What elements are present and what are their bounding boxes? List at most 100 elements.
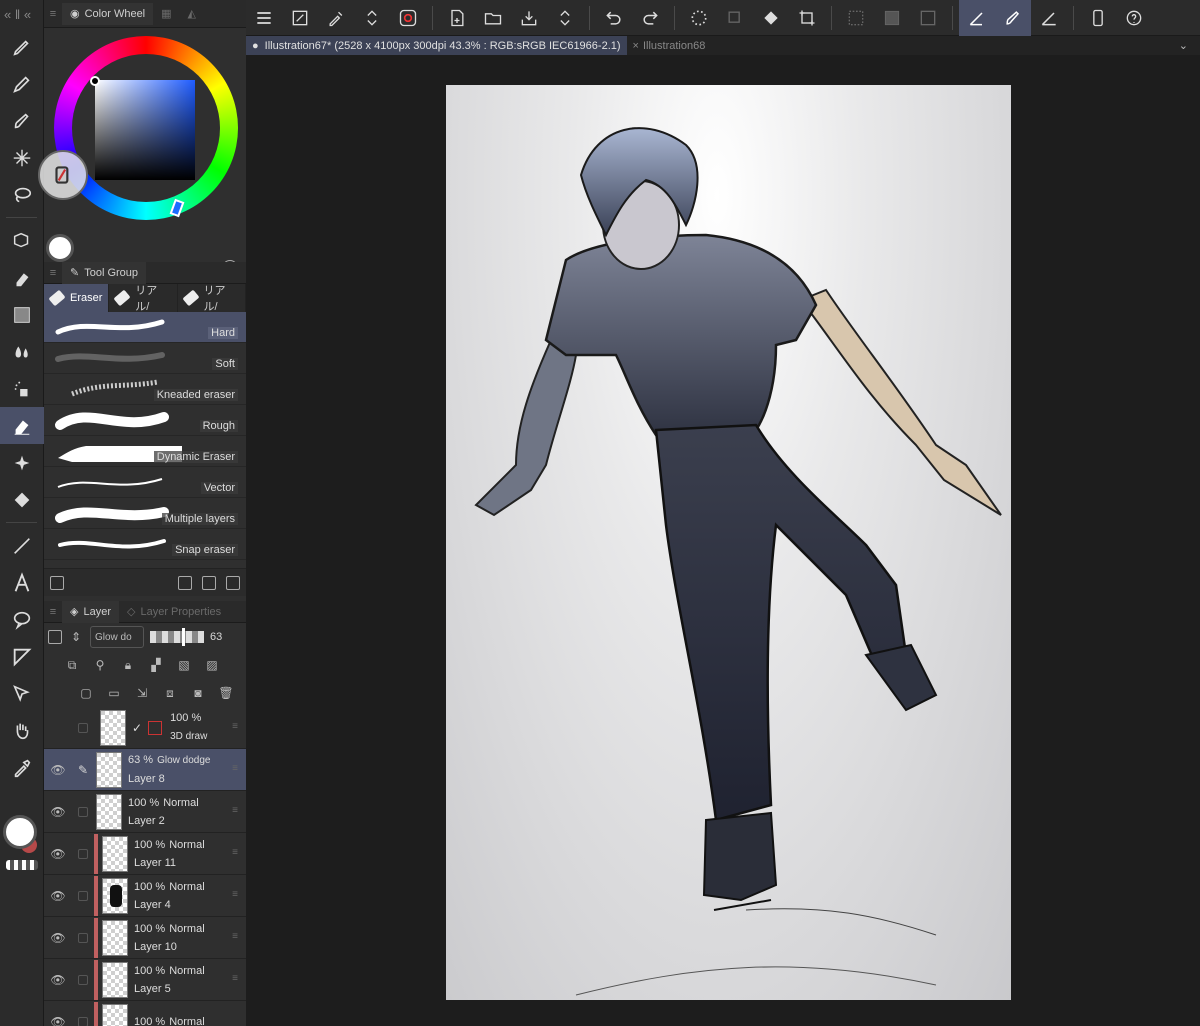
line-tool[interactable] <box>0 527 44 564</box>
layer-mask-icon[interactable]: ◙ <box>190 685 206 701</box>
operation-tool[interactable] <box>0 675 44 712</box>
clip-studio-button[interactable] <box>390 0 426 36</box>
layer-menu-icon[interactable]: ≡ <box>232 763 238 774</box>
eye-icon[interactable]: 👁︎ <box>44 847 72 861</box>
eye-icon[interactable]: 👁︎ <box>44 763 72 777</box>
new-raster-layer-icon[interactable]: ▢ <box>78 685 94 701</box>
tab-color-set[interactable]: ▦ <box>153 3 179 25</box>
tool-settings-icon[interactable] <box>50 575 64 590</box>
collapse-icon[interactable]: « ‖ « <box>0 0 43 28</box>
expression-color-icon[interactable] <box>48 630 62 644</box>
delete-layer-icon[interactable]: 🗑︎ <box>218 685 234 701</box>
layer-row[interactable]: 👁︎ 100 % Normal Layer 5 ≡ <box>44 959 246 1001</box>
airbrush-tool[interactable] <box>0 370 44 407</box>
chevron-down-icon[interactable]: ⌄ <box>1179 39 1188 52</box>
pencil-tool[interactable] <box>0 65 44 102</box>
layer-menu-icon[interactable]: ≡ <box>232 847 238 858</box>
fill-button[interactable] <box>753 0 789 36</box>
layer-checkbox[interactable] <box>72 890 94 901</box>
blend-mode-select[interactable]: Glow do <box>90 626 144 648</box>
combine-icon[interactable]: ⧈ <box>162 685 178 701</box>
brush-snap-button[interactable] <box>995 0 1031 36</box>
panel-menu-icon[interactable]: ≡ <box>44 8 62 20</box>
companion-button[interactable] <box>1080 0 1116 36</box>
blend-tool[interactable] <box>0 333 44 370</box>
eye-icon[interactable]: 👁︎ <box>44 805 72 819</box>
main-color-swatch[interactable] <box>3 815 37 849</box>
brush-item-dynamic[interactable]: Dynamic Eraser <box>44 436 246 467</box>
open-button[interactable] <box>475 0 511 36</box>
brush-item-kneaded[interactable]: Kneaded eraser <box>44 374 246 405</box>
layer-menu-icon[interactable]: ≡ <box>232 931 238 942</box>
brush-item-vector[interactable]: Vector <box>44 467 246 498</box>
transform-button[interactable] <box>789 0 825 36</box>
trash-icon[interactable] <box>226 575 240 590</box>
layer-menu-icon[interactable]: ≡ <box>232 805 238 816</box>
redo-button[interactable] <box>632 0 668 36</box>
eye-icon[interactable]: 👁︎ <box>44 931 72 945</box>
opacity-slider[interactable] <box>150 628 204 646</box>
lock-transparency-icon[interactable]: ▞ <box>148 657 164 673</box>
brush-item-soft[interactable]: Soft <box>44 343 246 374</box>
balloon-tool[interactable] <box>0 601 44 638</box>
panel-menu-icon[interactable]: ≡ <box>44 606 62 618</box>
help-button[interactable] <box>1116 0 1152 36</box>
stepper-icon[interactable]: ⇕ <box>68 629 84 645</box>
deselect-button[interactable] <box>838 0 874 36</box>
layer-menu-icon[interactable]: ≡ <box>232 973 238 984</box>
loading-button[interactable] <box>681 0 717 36</box>
brush-item-multiple-layers[interactable]: Multiple layers <box>44 498 246 529</box>
text-tool[interactable] <box>0 564 44 601</box>
object-tool[interactable] <box>0 222 44 259</box>
save-button[interactable] <box>511 0 547 36</box>
eraser-tool[interactable] <box>0 407 44 444</box>
fit-button[interactable] <box>282 0 318 36</box>
subtab-real-1[interactable]: リアル/ <box>109 284 178 313</box>
layer-row[interactable]: 👁︎ 100 % Normal Layer 4 ≡ <box>44 875 246 917</box>
crop-button[interactable] <box>910 0 946 36</box>
panel-menu-icon[interactable]: ≡ <box>44 267 62 279</box>
invert-button[interactable] <box>874 0 910 36</box>
mask-icon[interactable]: ▧ <box>176 657 192 673</box>
modify-button[interactable] <box>318 0 354 36</box>
layer-menu-icon[interactable]: ≡ <box>232 721 238 732</box>
tab-color-wheel[interactable]: ◉ Color Wheel <box>62 2 154 25</box>
tab-layer-properties[interactable]: ◇ Layer Properties <box>119 601 229 623</box>
layer-checkbox[interactable] <box>72 848 94 859</box>
gradient-tool[interactable] <box>0 296 44 333</box>
swap-colors-icon[interactable] <box>38 150 88 200</box>
transparent-color-chip[interactable] <box>6 860 38 870</box>
opacity-value[interactable]: 63 <box>210 631 222 643</box>
palette-icon[interactable]: ▨ <box>204 657 220 673</box>
sv-picker-handle[interactable] <box>90 76 100 86</box>
stepper-button[interactable] <box>354 0 390 36</box>
new-folder-icon[interactable]: ▭ <box>106 685 122 701</box>
main-sub-color[interactable] <box>3 815 41 853</box>
layer-checkbox[interactable] <box>72 722 94 733</box>
new-button[interactable] <box>439 0 475 36</box>
saturation-value-square[interactable] <box>95 80 195 180</box>
brush-item-hard[interactable]: Hard <box>44 312 246 343</box>
perspective-snap-button[interactable] <box>1031 0 1067 36</box>
clip-icon[interactable]: ⧉ <box>64 657 80 673</box>
lasso-tool[interactable] <box>0 176 44 213</box>
brush-item-rough[interactable]: Rough <box>44 405 246 436</box>
layer-row[interactable]: 👁︎ 100 % Normal Layer 2 ≡ <box>44 791 246 833</box>
subtab-real-2[interactable]: リアル/ <box>178 284 246 313</box>
tab-tool-group[interactable]: ✎ Tool Group <box>62 261 147 284</box>
subtab-eraser[interactable]: Eraser <box>44 284 110 312</box>
layer-row[interactable]: 👁︎ 100 % Normal <box>44 1001 246 1026</box>
fill-tool[interactable] <box>0 481 44 518</box>
pen-tool[interactable] <box>0 28 44 65</box>
close-icon[interactable]: × <box>633 40 639 52</box>
layer-checkbox[interactable] <box>72 974 94 985</box>
hand-tool[interactable] <box>0 712 44 749</box>
reference-icon[interactable]: ⚲ <box>92 657 108 673</box>
canvas-paper[interactable] <box>446 85 1011 1000</box>
stepper-button-2[interactable] <box>547 0 583 36</box>
menu-button[interactable] <box>246 0 282 36</box>
canvas-area[interactable] <box>246 55 1200 1026</box>
undo-button[interactable] <box>596 0 632 36</box>
eraser-tool-2[interactable] <box>0 259 44 296</box>
transfer-down-icon[interactable]: ⇲ <box>134 685 150 701</box>
